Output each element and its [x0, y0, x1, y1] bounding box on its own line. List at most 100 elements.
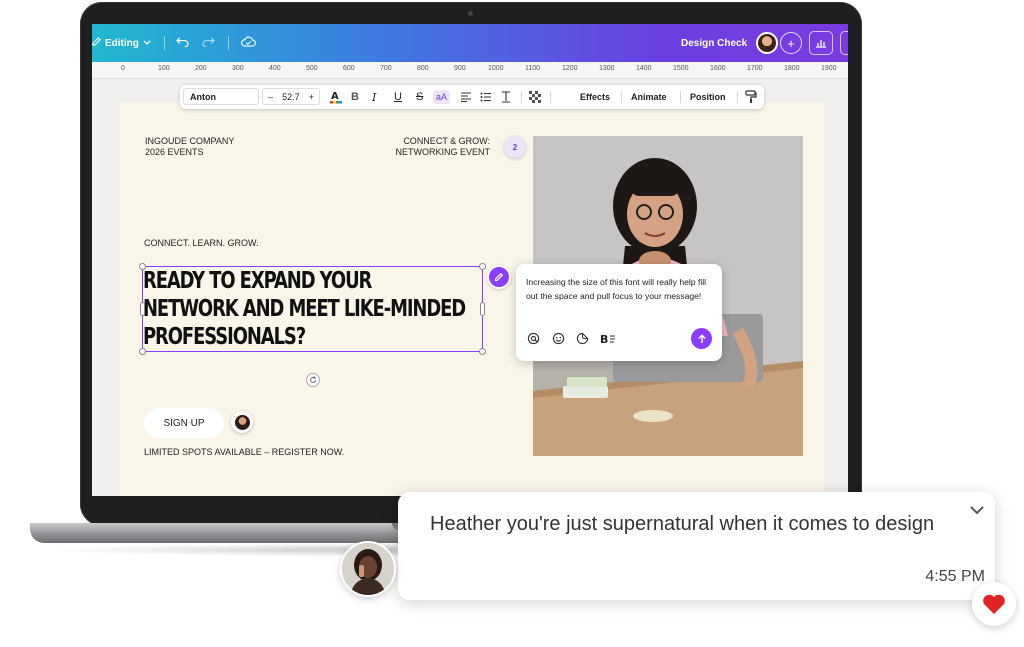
- heart-reaction[interactable]: [972, 582, 1016, 626]
- ruler-tick: 500: [306, 65, 318, 72]
- sign-up-button[interactable]: SIGN UP: [144, 408, 224, 438]
- undo-icon: [176, 36, 189, 50]
- send-comment-button[interactable]: [691, 328, 712, 349]
- chevron-down-icon[interactable]: [969, 502, 985, 520]
- checkerboard-icon: [529, 91, 541, 103]
- insights-button[interactable]: [809, 24, 833, 62]
- share-edge: [840, 31, 848, 55]
- chat-message-bubble[interactable]: Heather you're just supernatural when it…: [398, 492, 995, 600]
- resize-handle-tr[interactable]: [479, 263, 486, 270]
- pencil-icon: [92, 37, 101, 49]
- sender-avatar[interactable]: [340, 541, 396, 597]
- redo-button[interactable]: [202, 24, 215, 62]
- comment-count-badge[interactable]: 2: [504, 136, 526, 158]
- avatar: [756, 32, 778, 54]
- add-collaborator-button[interactable]: +: [780, 24, 802, 62]
- increase-size-button[interactable]: +: [309, 92, 314, 102]
- underline-button[interactable]: U: [394, 85, 402, 109]
- position-button[interactable]: Position: [690, 85, 726, 109]
- limited-spots-text: LIMITED SPOTS AVAILABLE – REGISTER NOW.: [144, 447, 345, 457]
- cloud-save-button[interactable]: [241, 24, 256, 62]
- case-button[interactable]: aA: [433, 85, 451, 109]
- font-size-stepper[interactable]: – 52.7 +: [262, 88, 320, 105]
- ruler-tick: 700: [380, 65, 392, 72]
- mention-icon[interactable]: [527, 332, 540, 348]
- resize-handle-tl[interactable]: [139, 263, 146, 270]
- avatar: [342, 543, 394, 595]
- ruler-tick: 400: [269, 65, 281, 72]
- rotate-handle[interactable]: [306, 373, 320, 387]
- align-button[interactable]: [460, 85, 472, 109]
- comment-text[interactable]: Increasing the size of this font will re…: [526, 275, 710, 303]
- emoji-icon[interactable]: [552, 332, 565, 348]
- toolbar-divider: [550, 91, 551, 103]
- font-family-select[interactable]: Anton: [183, 88, 259, 105]
- heart-icon: [983, 594, 1005, 614]
- align-left-icon: [461, 92, 471, 102]
- ruler-tick: 100: [158, 65, 170, 72]
- laptop-camera: [468, 11, 473, 16]
- paint-roller-icon: [745, 90, 757, 103]
- resize-handle-left[interactable]: [140, 302, 145, 316]
- comment-card: Increasing the size of this font will re…: [516, 264, 722, 361]
- text-color-button[interactable]: A: [330, 85, 342, 109]
- ruler-tick: 1900: [821, 65, 837, 72]
- sticker-icon[interactable]: [576, 332, 589, 348]
- chevron-down-icon: [143, 38, 151, 49]
- ruler-tick: 1700: [747, 65, 763, 72]
- chat-message-text: Heather you're just supernatural when it…: [430, 513, 935, 535]
- undo-button[interactable]: [176, 24, 189, 62]
- ruler-tick: 300: [232, 65, 244, 72]
- animate-button[interactable]: Animate: [631, 85, 667, 109]
- selection-box: [142, 266, 483, 352]
- ruler-tick: 1800: [784, 65, 800, 72]
- font-size-value[interactable]: 52.7: [282, 92, 300, 102]
- decrease-size-button[interactable]: –: [268, 92, 273, 102]
- line-spacing-icon: [502, 91, 510, 103]
- ruler-tick: 200: [195, 65, 207, 72]
- transparency-button[interactable]: [529, 85, 541, 109]
- ruler-tick: 1200: [562, 65, 578, 72]
- list-button[interactable]: [480, 85, 492, 109]
- top-toolbar: Editing Design Check +: [92, 24, 848, 62]
- resize-handle-br[interactable]: [479, 348, 486, 355]
- arrow-up-icon: [697, 333, 706, 343]
- bar-chart-icon: [809, 31, 833, 55]
- svg-text:B: B: [600, 333, 608, 345]
- editing-menu[interactable]: Editing: [92, 24, 151, 62]
- toolbar-divider: [680, 91, 681, 103]
- design-check-button[interactable]: Design Check: [681, 24, 747, 62]
- ruler-tick: 1400: [636, 65, 652, 72]
- events-year: 2026 EVENTS: [145, 147, 204, 157]
- toolbar-divider: [164, 36, 165, 50]
- share-button-partial[interactable]: [840, 24, 848, 62]
- italic-button[interactable]: I: [372, 85, 376, 109]
- ruler-tick: 1500: [673, 65, 689, 72]
- copy-style-button[interactable]: [745, 85, 757, 109]
- bold-button[interactable]: B: [351, 85, 359, 109]
- toolbar-divider: [737, 91, 738, 103]
- avatar: [234, 414, 250, 430]
- comment-pin-button[interactable]: [487, 265, 511, 289]
- pencil-icon: [494, 272, 504, 282]
- chat-timestamp: 4:55 PM: [925, 568, 985, 585]
- text-formatting-toolbar: Anton – 52.7 + A B I U S aA Effects Anim…: [180, 85, 764, 109]
- ruler-tick: 1100: [525, 65, 541, 72]
- strikethrough-button[interactable]: S: [416, 85, 423, 109]
- spacing-button[interactable]: [500, 85, 512, 109]
- ruler-tick: 600: [343, 65, 355, 72]
- ruler-tick: 1600: [710, 65, 726, 72]
- text-color-icon: A: [330, 91, 342, 104]
- resize-handle-bl[interactable]: [139, 348, 146, 355]
- editing-label: Editing: [105, 37, 139, 49]
- collaborator-avatar[interactable]: [756, 24, 778, 62]
- plus-icon: +: [780, 32, 802, 54]
- editor-screen: Editing Design Check + 0 100 200 300 400…: [92, 24, 848, 496]
- effects-button[interactable]: Effects: [580, 85, 610, 109]
- text-format-icon[interactable]: B: [600, 332, 616, 348]
- case-label: aA: [433, 90, 451, 104]
- tagline: CONNECT. LEARN. GROW.: [144, 238, 259, 248]
- networking-event-label: NETWORKING EVENT: [395, 147, 490, 157]
- cloud-check-icon: [241, 36, 256, 50]
- resize-handle-right[interactable]: [480, 302, 485, 316]
